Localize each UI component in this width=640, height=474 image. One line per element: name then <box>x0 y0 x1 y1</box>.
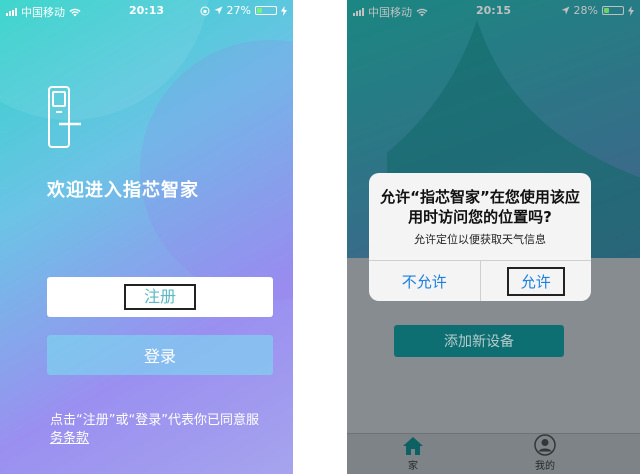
welcome-heading: 欢迎进入指芯智家 <box>47 180 199 201</box>
status-bar: 中国移动 20:13 27% <box>0 0 293 20</box>
door-lock-logo-icon <box>48 86 81 148</box>
battery-percent: 27% <box>226 4 251 17</box>
orientation-lock-icon <box>200 6 210 15</box>
login-screen: 中国移动 20:13 27% 欢迎进入指芯智家 注册 登录 点击“注册”或“登录… <box>0 0 293 474</box>
home-screen-with-permission-dialog: 中国移动 20:15 28% 添加新设备 家 我的 允许“指芯智家”在您使用该应… <box>347 0 640 474</box>
charging-bolt-icon <box>281 5 287 16</box>
allow-label: 允许 <box>506 266 565 296</box>
location-arrow-icon <box>214 6 223 15</box>
login-button[interactable]: 登录 <box>47 335 273 375</box>
dialog-buttons: 不允许 允许 <box>369 260 591 301</box>
dialog-message: 允许定位以便获取天气信息 <box>414 233 546 246</box>
allow-button[interactable]: 允许 <box>479 261 592 301</box>
terms-notice: 点击“注册”或“登录”代表你已同意服 务条款 <box>50 412 278 448</box>
register-button[interactable]: 注册 <box>47 277 273 317</box>
location-permission-dialog: 允许“指芯智家”在您使用该应用时访问您的位置吗? 允许定位以便获取天气信息 不允… <box>369 173 591 301</box>
dialog-title: 允许“指芯智家”在您使用该应用时访问您的位置吗? <box>380 188 580 226</box>
terms-link[interactable]: 务条款 <box>50 431 89 446</box>
register-label: 注册 <box>123 284 196 310</box>
terms-text: 点击“注册”或“登录”代表你已同意服 <box>50 413 259 428</box>
battery-icon <box>255 6 277 15</box>
deny-button[interactable]: 不允许 <box>369 261 480 301</box>
